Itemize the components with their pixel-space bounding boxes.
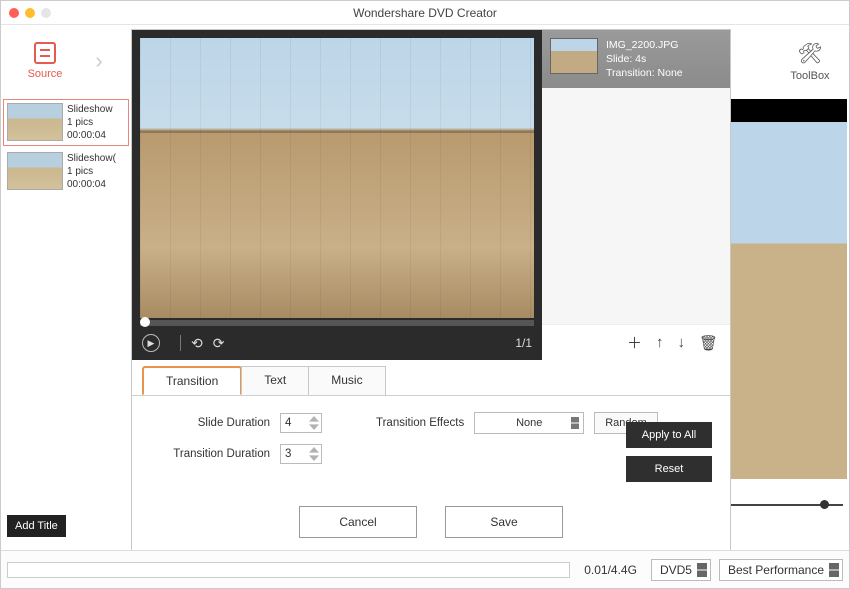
window-title: Wondershare DVD Creator — [1, 6, 849, 20]
tab-transition[interactable]: Transition — [142, 366, 242, 395]
playback-controls: ▶ ⟲ ⟳ 1/1 — [132, 326, 542, 360]
move-up-button[interactable]: ↑ — [656, 334, 664, 351]
toolbox-tab[interactable]: 🛠︎ ToolBox — [771, 25, 849, 97]
slideshow-meta: Slideshow 1 pics 00:00:04 — [67, 103, 113, 142]
disc-usage-text: 0.01/4.4G — [578, 563, 643, 577]
clip-filename: IMG_2200.JPG — [606, 38, 683, 52]
add-title-button[interactable]: Add Title — [7, 515, 66, 537]
move-down-button[interactable]: ↓ — [677, 334, 685, 351]
disc-usage-bar — [7, 562, 570, 578]
source-icon — [34, 42, 56, 64]
separator — [180, 335, 181, 351]
slideshow-duration: 00:00:04 — [67, 178, 116, 191]
slide-duration-label: Slide Duration — [150, 417, 270, 429]
delete-clip-button[interactable]: 🗑 — [699, 334, 718, 352]
zoom-window-button[interactable] — [41, 8, 51, 18]
slideshow-title: Slideshow( — [67, 152, 116, 165]
rotate-right-button[interactable]: ⟳ — [213, 335, 225, 352]
quality-select[interactable]: Best Performance — [719, 559, 843, 581]
clip-transition: Transition: None — [606, 66, 683, 80]
clips-column: IMG_2200.JPG Slide: 4s Transition: None … — [542, 30, 730, 360]
disc-type-select[interactable]: DVD5 — [651, 559, 711, 581]
slideshow-pics: 1 pics — [67, 165, 116, 178]
preview-image — [140, 38, 534, 318]
bottom-bar: 0.01/4.4G DVD5 Best Performance — [1, 550, 849, 588]
transition-settings: Slide Duration 4 Transition Effects None… — [132, 396, 730, 494]
source-tab[interactable]: Source — [1, 25, 89, 97]
clip-meta: IMG_2200.JPG Slide: 4s Transition: None — [606, 38, 683, 80]
slideshow-list: Slideshow 1 pics 00:00:04 Slideshow( 1 p… — [3, 99, 129, 197]
source-label: Source — [28, 68, 63, 80]
editor-tabs: Transition Text Music — [132, 366, 730, 396]
slideshow-title: Slideshow — [67, 103, 113, 116]
transition-duration-label: Transition Duration — [150, 448, 270, 460]
step-arrow-icon: › — [89, 25, 109, 97]
transition-effects-select[interactable]: None — [474, 412, 584, 434]
zoom-slider[interactable] — [731, 495, 843, 515]
save-button[interactable]: Save — [445, 506, 563, 538]
dialog-actions: Cancel Save — [132, 494, 730, 554]
transition-effects-label: Transition Effects — [376, 417, 464, 429]
toolbox-icon: 🛠︎ — [797, 41, 822, 66]
tab-text[interactable]: Text — [241, 366, 309, 395]
playback-scrubber[interactable] — [140, 320, 534, 326]
transition-duration-stepper[interactable]: 3 — [280, 444, 322, 464]
slideshow-item[interactable]: Slideshow( 1 pics 00:00:04 — [3, 148, 129, 195]
titlebar: Wondershare DVD Creator — [1, 1, 849, 25]
slideshow-thumb — [7, 152, 63, 190]
slide-duration-stepper[interactable]: 4 — [280, 413, 322, 433]
add-clip-button[interactable]: ＋ — [627, 332, 642, 353]
cancel-button[interactable]: Cancel — [299, 506, 417, 538]
minimize-window-button[interactable] — [25, 8, 35, 18]
slideshow-item[interactable]: Slideshow 1 pics 00:00:04 — [3, 99, 129, 146]
clip-thumb — [550, 38, 598, 74]
background-preview — [731, 99, 847, 479]
play-button[interactable]: ▶ — [142, 334, 160, 352]
clip-item[interactable]: IMG_2200.JPG Slide: 4s Transition: None — [542, 30, 730, 88]
clip-actions: ＋ ↑ ↓ 🗑 — [542, 324, 730, 360]
slide-counter: 1/1 — [515, 336, 532, 350]
toolbox-label: ToolBox — [790, 70, 829, 82]
clip-slide-duration: Slide: 4s — [606, 52, 683, 66]
slideshow-pics: 1 pics — [67, 116, 113, 129]
slideshow-meta: Slideshow( 1 pics 00:00:04 — [67, 152, 116, 191]
slideshow-editor-panel: ▶ ⟲ ⟳ 1/1 IMG_2200.JPG Slide: 4s Transit… — [131, 29, 731, 555]
slideshow-duration: 00:00:04 — [67, 129, 113, 142]
traffic-lights — [9, 8, 51, 18]
reset-button[interactable]: Reset — [626, 456, 712, 482]
tab-music[interactable]: Music — [308, 366, 385, 395]
close-window-button[interactable] — [9, 8, 19, 18]
apply-all-button[interactable]: Apply to All — [626, 422, 712, 448]
slideshow-thumb — [7, 103, 63, 141]
rotate-left-button[interactable]: ⟲ — [191, 335, 203, 352]
preview-column: ▶ ⟲ ⟳ 1/1 — [132, 30, 542, 360]
